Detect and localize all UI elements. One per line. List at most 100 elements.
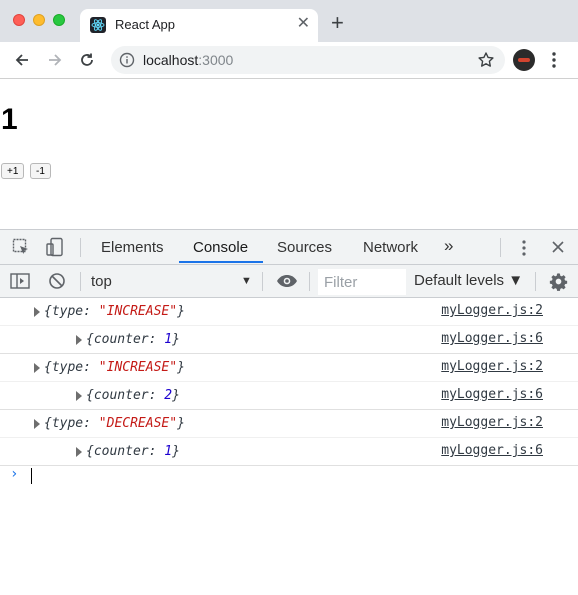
expand-arrow-icon[interactable] [76, 335, 82, 345]
react-logo-icon [90, 17, 106, 33]
live-expression-eye-icon[interactable] [276, 274, 298, 293]
url-port: :3000 [198, 52, 234, 68]
console-log-entry[interactable]: {type: "INCREASE"} myLogger.js:2 [0, 354, 578, 382]
toolbar-separator [309, 272, 310, 291]
console-log-entry[interactable]: {counter: 2} myLogger.js:6 [0, 382, 578, 410]
expand-arrow-icon[interactable] [34, 419, 40, 429]
console-filter-input[interactable]: Filter [318, 269, 406, 295]
clear-console-icon[interactable] [48, 272, 66, 295]
context-dropdown-icon[interactable]: ▼ [241, 275, 252, 287]
log-object: {type: "DECREASE"} [44, 416, 185, 431]
expand-arrow-icon[interactable] [76, 391, 82, 401]
forward-arrow-icon[interactable] [43, 48, 67, 72]
browser-titlebar: React App ✕ + [0, 0, 578, 42]
console-log-entry[interactable]: {counter: 1} myLogger.js:6 [0, 438, 578, 466]
log-brace-close: } [172, 388, 180, 403]
filter-placeholder: Filter [324, 274, 358, 291]
close-devtools-icon[interactable] [551, 240, 565, 259]
log-source-link[interactable]: myLogger.js:2 [441, 303, 543, 318]
devtools-menu-icon[interactable] [520, 238, 528, 263]
console-prompt-icon: › [10, 466, 19, 482]
tab-console[interactable]: Console [193, 239, 248, 256]
log-value: "DECREASE" [98, 416, 178, 431]
device-toolbar-icon[interactable] [45, 237, 65, 262]
console-log-entry[interactable]: {type: "DECREASE"} myLogger.js:2 [0, 410, 578, 438]
new-tab-button[interactable]: + [331, 12, 344, 34]
console-settings-gear-icon[interactable] [549, 272, 568, 296]
tab-sources[interactable]: Sources [277, 239, 332, 256]
url-text: localhost:3000 [143, 52, 233, 68]
log-brace-open: { [86, 388, 94, 403]
maximize-window-button[interactable] [53, 14, 65, 26]
log-brace-open: { [44, 360, 52, 375]
tab-separator [500, 238, 501, 257]
tab-elements[interactable]: Elements [101, 239, 164, 256]
site-info-icon[interactable] [119, 52, 135, 73]
log-colon: : [83, 360, 99, 375]
log-key: counter [93, 332, 149, 347]
log-key: counter [93, 388, 149, 403]
close-window-button[interactable] [13, 14, 25, 26]
increment-button[interactable]: +1 [1, 163, 25, 179]
log-key: type [51, 304, 84, 319]
console-log-entry[interactable]: {type: "INCREASE"} myLogger.js:2 [0, 298, 578, 326]
address-bar[interactable]: localhost:3000 [111, 46, 505, 74]
browser-menu-icon[interactable] [550, 50, 558, 75]
decrement-button[interactable]: -1 [30, 163, 51, 179]
log-brace-open: { [44, 416, 52, 431]
log-key: counter [93, 444, 149, 459]
log-source-link[interactable]: myLogger.js:2 [441, 359, 543, 374]
log-value: "INCREASE" [98, 360, 178, 375]
devtools-tab-bar: Elements Console Sources Network » [0, 230, 578, 265]
browser-tab[interactable]: React App ✕ [80, 9, 318, 42]
log-levels-dropdown[interactable]: Default levels ▼ [414, 272, 523, 289]
log-value: 1 [164, 444, 173, 459]
log-value: 1 [164, 332, 173, 347]
profile-avatar[interactable] [513, 49, 535, 71]
log-source-link[interactable]: myLogger.js:6 [441, 443, 543, 458]
log-brace-close: } [172, 332, 180, 347]
log-colon: : [148, 388, 165, 403]
back-arrow-icon[interactable] [10, 48, 34, 72]
counter-value: 1 [1, 103, 18, 136]
log-object: {type: "INCREASE"} [44, 304, 185, 319]
inspect-element-icon[interactable] [12, 238, 30, 261]
log-colon: : [148, 444, 165, 459]
log-object: {counter: 2} [86, 388, 180, 403]
tab-network[interactable]: Network [363, 239, 418, 256]
log-brace-close: } [177, 416, 185, 431]
toolbar-separator [535, 272, 536, 291]
more-tabs-button[interactable]: » [444, 236, 453, 256]
console-input-caret[interactable] [31, 468, 32, 484]
log-source-link[interactable]: myLogger.js:2 [441, 415, 543, 430]
expand-arrow-icon[interactable] [34, 363, 40, 373]
log-brace-open: { [86, 444, 94, 459]
log-key: type [51, 416, 84, 431]
log-object: {type: "INCREASE"} [44, 360, 185, 375]
bookmark-star-icon[interactable] [477, 51, 495, 74]
tab-title: React App [115, 17, 175, 32]
tab-close-icon[interactable]: ✕ [297, 15, 310, 33]
sidebar-toggle-icon[interactable] [10, 272, 30, 295]
devtools-panel: Elements Console Sources Network » top ▼… [0, 229, 578, 595]
log-key: type [51, 360, 84, 375]
minimize-window-button[interactable] [33, 14, 45, 26]
log-colon: : [148, 332, 165, 347]
log-colon: : [83, 416, 99, 431]
log-source-link[interactable]: myLogger.js:6 [441, 331, 543, 346]
log-brace-close: } [172, 444, 180, 459]
log-value: "INCREASE" [98, 304, 178, 319]
reload-icon[interactable] [75, 48, 99, 72]
url-host: localhost [143, 52, 199, 68]
console-log-entry[interactable]: {counter: 1} myLogger.js:6 [0, 326, 578, 354]
console-toolbar: top ▼ Filter Default levels ▼ [0, 265, 578, 298]
toolbar-separator [262, 272, 263, 291]
context-selector[interactable]: top [91, 273, 112, 290]
toolbar-separator [80, 272, 81, 291]
tab-separator [80, 238, 81, 257]
active-tab-indicator [179, 261, 263, 263]
expand-arrow-icon[interactable] [76, 447, 82, 457]
log-brace-close: } [177, 304, 185, 319]
expand-arrow-icon[interactable] [34, 307, 40, 317]
log-source-link[interactable]: myLogger.js:6 [441, 387, 543, 402]
